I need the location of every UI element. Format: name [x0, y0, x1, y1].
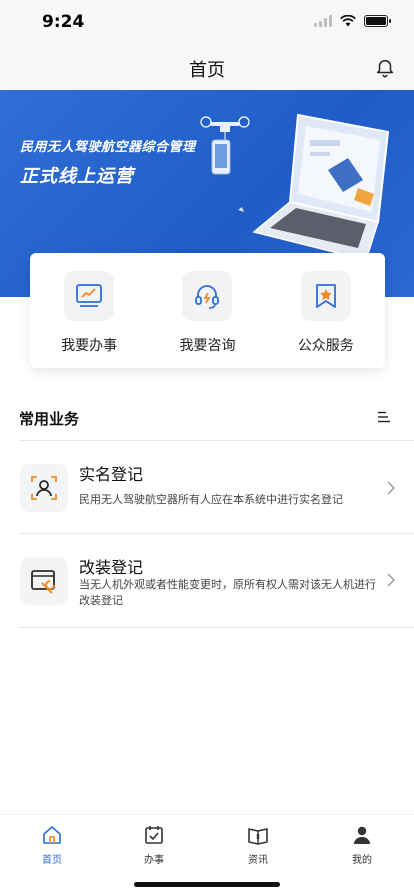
nav-bar: 首页 [0, 44, 414, 90]
biz-icon-box [20, 557, 68, 605]
section-title: 常用业务 [19, 410, 80, 428]
quick-action-consult[interactable]: 我要咨询 [157, 271, 257, 355]
tab-affairs[interactable]: 办事 [114, 825, 194, 866]
tab-label: 资讯 [248, 855, 268, 866]
star-bookmark-icon [315, 284, 336, 308]
tab-label: 办事 [144, 855, 164, 866]
quick-actions-card: 我要办事 我要咨询 公众服务 [30, 253, 385, 368]
headset-icon [195, 285, 220, 309]
tab-news[interactable]: 资讯 [218, 825, 298, 866]
person-scan-icon [31, 476, 57, 500]
chart-monitor-icon [76, 284, 103, 307]
status-bar: 9:24 [0, 0, 414, 44]
tab-label: 我的 [352, 855, 372, 866]
quick-action-label: 我要办事 [61, 338, 118, 354]
status-time: 9:24 [42, 12, 85, 32]
quick-action-label: 公众服务 [297, 338, 354, 354]
banner-subtitle: 正式线上运营 [20, 166, 134, 187]
quick-icon-box [182, 271, 233, 321]
business-item-title: 实名登记 [79, 465, 144, 484]
quick-action-public-service[interactable]: 公众服务 [276, 271, 376, 355]
cellular-signal-icon [314, 15, 332, 27]
tab-label: 首页 [42, 855, 62, 866]
book-icon [248, 828, 268, 845]
page-title: 首页 [189, 60, 225, 81]
menu-icon[interactable] [378, 411, 390, 423]
chevron-right-icon [387, 573, 396, 587]
battery-icon [364, 15, 391, 27]
tab-home[interactable]: 首页 [12, 825, 92, 866]
wrench-window-icon [31, 570, 55, 594]
home-icon [43, 826, 61, 844]
tab-mine[interactable]: 我的 [322, 825, 402, 866]
banner-title: 民用无人驾驶航空器综合管理 [20, 140, 196, 155]
business-item-modification-registration[interactable]: 改装登记 当无人机外观或者性能变更时，原所有权人需对该无人机进行改装登记 [19, 534, 414, 624]
wifi-icon [340, 15, 356, 27]
user-icon [354, 826, 370, 844]
drone-icon [200, 116, 250, 140]
business-item-real-name-registration[interactable]: 实名登记 民用无人驾驶航空器所有人应在本系统中进行实名登记 [19, 441, 414, 531]
quick-icon-box [300, 271, 351, 321]
business-item-description: 当无人机外观或者性能变更时，原所有权人需对该无人机进行改装登记 [79, 578, 376, 607]
business-item-title: 改装登记 [79, 558, 144, 577]
home-indicator [134, 882, 280, 887]
business-item-description: 民用无人驾驶航空器所有人应在本系统中进行实名登记 [79, 493, 343, 506]
quick-icon-box [64, 271, 115, 321]
quick-action-label: 我要咨询 [179, 338, 236, 354]
status-icons [314, 15, 391, 27]
quick-action-handle-affairs[interactable]: 我要办事 [39, 271, 139, 355]
task-check-icon [145, 826, 163, 844]
bell-icon[interactable] [374, 56, 396, 78]
divider [19, 627, 414, 628]
biz-icon-box [20, 464, 68, 512]
chevron-right-icon [387, 481, 396, 495]
